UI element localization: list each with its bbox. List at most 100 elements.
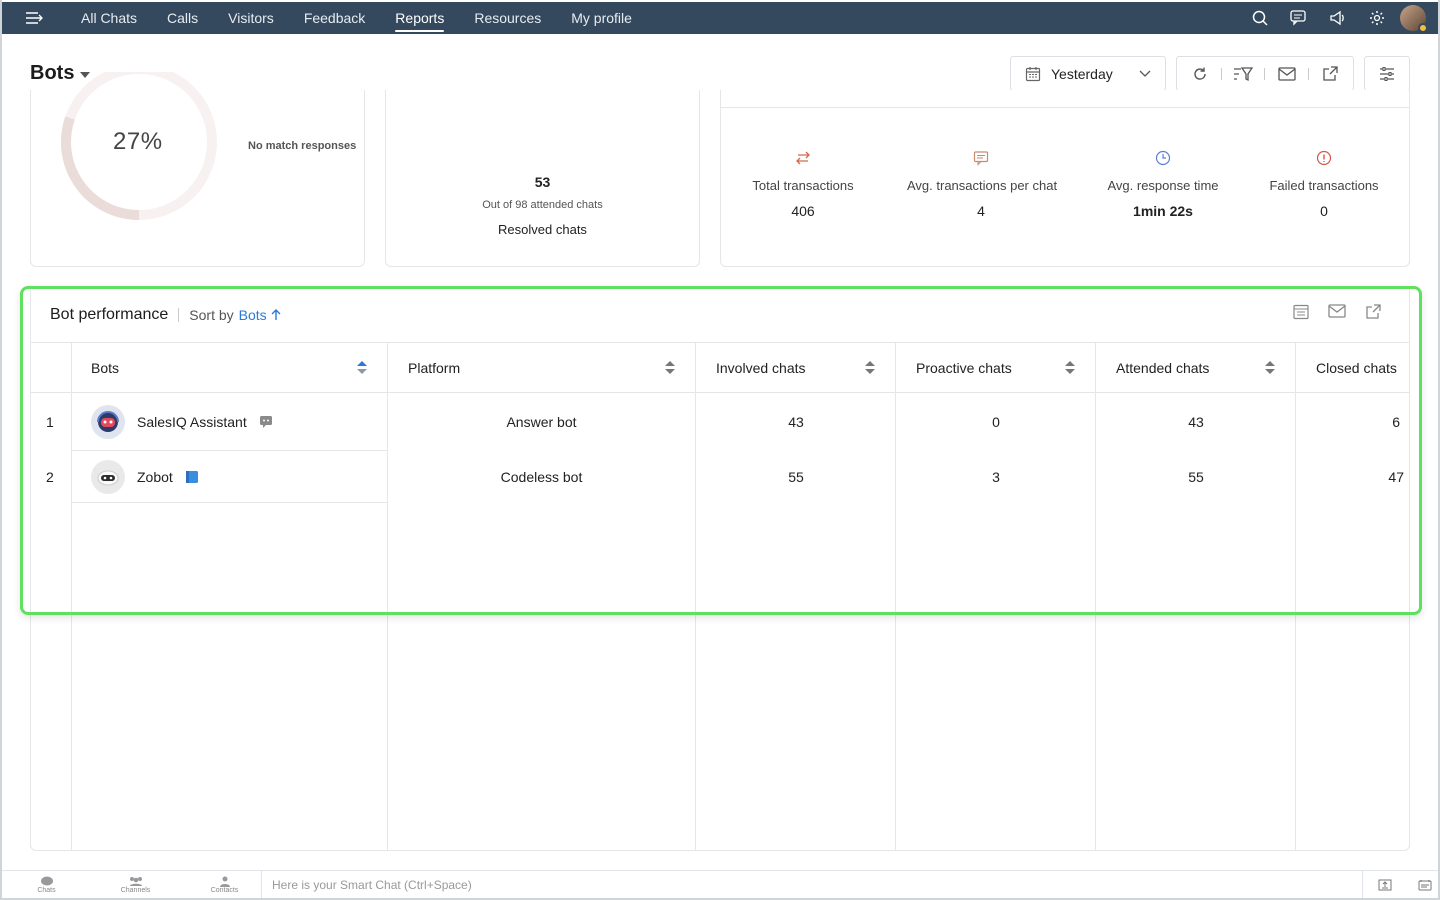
- column-label: Involved chats: [716, 360, 806, 376]
- menu-toggle-button[interactable]: [2, 11, 66, 25]
- table-view-button[interactable]: [1290, 304, 1312, 320]
- column-header-proactive-chats[interactable]: Proactive chats: [896, 343, 1095, 393]
- export-icon: [1323, 65, 1338, 81]
- table-row-bot-zobot[interactable]: Zobot: [91, 460, 199, 494]
- export-button[interactable]: [1314, 65, 1346, 82]
- metric-total-transactions: Total transactions 406: [752, 150, 854, 219]
- transfer-icon: [796, 151, 810, 165]
- mail-icon: [1328, 304, 1346, 318]
- sort-icon[interactable]: [1265, 361, 1275, 374]
- announcement-button[interactable]: [1318, 10, 1357, 26]
- nav-calls[interactable]: Calls: [152, 2, 213, 34]
- sort-icon[interactable]: [1065, 361, 1075, 374]
- no-match-card: 27% No match responses: [30, 72, 365, 267]
- metric-value: 406: [791, 203, 815, 219]
- user-avatar[interactable]: [1400, 5, 1428, 33]
- no-match-percent: 27%: [113, 128, 163, 155]
- users-group-icon: [129, 876, 142, 886]
- notes-button[interactable]: [1406, 871, 1440, 898]
- sort-icon[interactable]: [665, 361, 675, 374]
- metric-label: Avg. response time: [1107, 178, 1219, 193]
- bot-name: SalesIQ Assistant: [137, 414, 247, 430]
- cell-proactive-chats: 0: [992, 414, 1000, 430]
- metric-avg-transactions: Avg. transactions per chat 4: [907, 150, 1058, 219]
- export-section-button[interactable]: [1362, 304, 1384, 320]
- nav-reports[interactable]: Reports: [380, 2, 459, 34]
- row-index: 1: [46, 414, 54, 430]
- sort-by-value: Bots: [238, 307, 267, 323]
- resolved-chats-card: 53 Out of 98 attended chats Resolved cha…: [385, 90, 700, 267]
- footer-bar: Chats Channels Contacts Here is your Sma…: [2, 870, 1438, 898]
- table-row-bot-salesiq-assistant[interactable]: SalesIQ Assistant: [91, 405, 273, 439]
- date-filter-value: Yesterday: [1051, 65, 1113, 82]
- cell-attended-chats: 43: [1188, 414, 1204, 430]
- row-divider: [71, 502, 387, 503]
- column-header-involved-chats[interactable]: Involved chats: [696, 343, 895, 393]
- column-header-platform[interactable]: Platform: [388, 343, 695, 393]
- transactions-card: Total transactions 406 Avg. transactions…: [720, 90, 1410, 267]
- metric-avg-response-time: Avg. response time 1min 22s: [1107, 150, 1219, 219]
- table-icon: [1293, 304, 1309, 320]
- row-index: 2: [46, 469, 54, 485]
- table-header: Bots Platform Involved chats Proactive c…: [31, 342, 1409, 393]
- nav-resources[interactable]: Resources: [459, 2, 556, 34]
- sliders-icon: [1380, 66, 1394, 81]
- top-navigation: All Chats Calls Visitors Feedback Report…: [2, 2, 1438, 34]
- sort-by-dropdown[interactable]: Bots: [239, 307, 281, 323]
- footer-contacts[interactable]: Contacts: [180, 871, 269, 898]
- status-dot: [1418, 23, 1428, 33]
- cell-involved-chats: 43: [788, 414, 804, 430]
- search-button[interactable]: [1240, 10, 1279, 26]
- cell-proactive-chats: 3: [992, 469, 1000, 485]
- footer-label: Channels: [120, 886, 151, 894]
- sort-icon[interactable]: [357, 361, 367, 374]
- robot-icon: [97, 470, 119, 486]
- nav-feedback[interactable]: Feedback: [289, 2, 380, 34]
- column-label: Proactive chats: [916, 360, 1012, 376]
- smart-chat-input[interactable]: Here is your Smart Chat (Ctrl+Space): [261, 871, 1363, 898]
- nav-my-profile[interactable]: My profile: [556, 2, 647, 34]
- upload-icon: [1378, 879, 1392, 890]
- refresh-button[interactable]: [1184, 66, 1216, 82]
- footer-label: Chats: [37, 886, 56, 894]
- settings-button[interactable]: [1357, 10, 1396, 26]
- date-filter-dropdown[interactable]: Yesterday: [1010, 56, 1166, 91]
- column-header-closed-chats[interactable]: Closed chats: [1296, 343, 1409, 393]
- no-match-label: No match responses: [248, 140, 357, 152]
- cell-closed-chats: 6: [1392, 414, 1400, 430]
- codeless-bot-icon: [185, 471, 198, 483]
- email-section-button[interactable]: [1326, 304, 1348, 320]
- footer-channels[interactable]: Channels: [91, 871, 180, 898]
- cell-closed-chats: 47: [1388, 469, 1404, 485]
- cell-attended-chats: 55: [1188, 469, 1204, 485]
- toolbar-divider: [1220, 67, 1222, 80]
- message-icon: [973, 151, 989, 166]
- nav-visitors[interactable]: Visitors: [213, 2, 289, 34]
- column-label: Bots: [91, 360, 120, 376]
- metric-label: Avg. transactions per chat: [907, 178, 1058, 193]
- sort-icon[interactable]: [865, 361, 875, 374]
- chat-bubbles-button[interactable]: [1279, 10, 1318, 26]
- sort-by-label: Sort by: [189, 307, 234, 323]
- mail-icon: [1278, 66, 1296, 81]
- nav-all-chats[interactable]: All Chats: [66, 2, 152, 34]
- info-icon: [1316, 150, 1332, 166]
- report-toolbar: [1176, 56, 1354, 91]
- column-header-attended-chats[interactable]: Attended chats: [1096, 343, 1295, 393]
- column-header-bots[interactable]: Bots: [71, 343, 387, 393]
- attach-button[interactable]: [1366, 871, 1404, 898]
- menu-icon: [26, 12, 43, 24]
- metric-failed-transactions: Failed transactions 0: [1268, 150, 1380, 219]
- customize-button[interactable]: [1364, 56, 1410, 91]
- footer-chats[interactable]: Chats: [2, 871, 91, 898]
- notes-icon: [1418, 879, 1432, 890]
- bot-avatar: [91, 460, 125, 494]
- chevron-down-icon: [1139, 70, 1151, 77]
- email-report-button[interactable]: [1271, 66, 1303, 81]
- header-divider: [178, 308, 180, 322]
- answer-bot-icon: [259, 416, 272, 428]
- toolbar-divider: [1264, 67, 1266, 80]
- card-divider: [721, 107, 1409, 108]
- column-divider: [71, 343, 72, 850]
- filter-button[interactable]: [1227, 66, 1259, 82]
